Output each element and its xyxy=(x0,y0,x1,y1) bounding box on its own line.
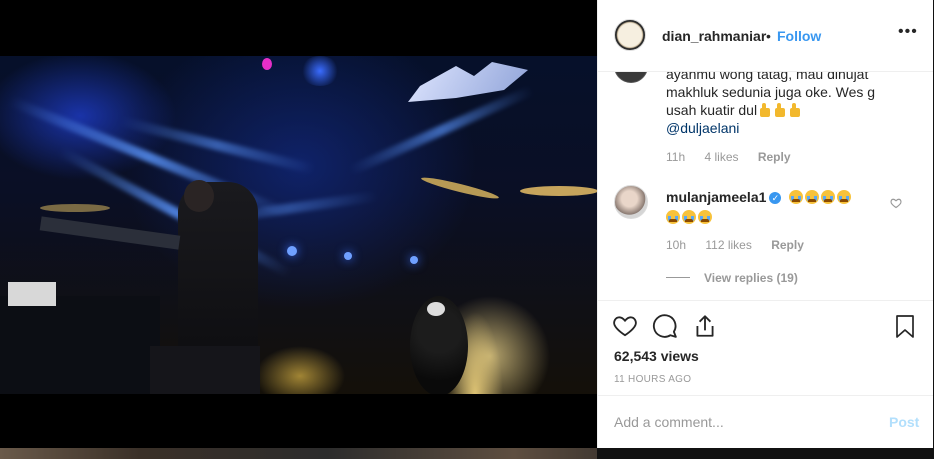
reply-button[interactable]: Reply xyxy=(771,238,804,252)
performer-head xyxy=(184,180,214,212)
post-username[interactable]: dian_rahmaniar xyxy=(662,28,766,44)
thumbs-up-emoji-icon xyxy=(787,103,801,117)
stage-light xyxy=(300,56,340,86)
crying-face-emoji-icon xyxy=(837,190,852,204)
comment-line: usah kuatir dul xyxy=(666,101,875,119)
separator-dot: • xyxy=(766,28,771,44)
crying-face-emoji-icon xyxy=(682,210,696,224)
comment-meta: 11h 4 likes Reply xyxy=(666,150,807,164)
drum-logo xyxy=(427,302,445,316)
thumbs-up-emoji-icon xyxy=(772,103,786,117)
comment-username[interactable]: mulanjameela1 xyxy=(666,189,766,205)
add-comment-bar: Post xyxy=(598,395,933,449)
background-feed-strip xyxy=(0,448,597,459)
like-comment-heart-icon[interactable] xyxy=(890,197,902,209)
post-timestamp[interactable]: 11 HOURS AGO xyxy=(614,374,691,385)
cymbal xyxy=(520,186,597,196)
comment-text: mulanjameela1 ✓ xyxy=(666,188,853,226)
comment-time[interactable]: 11h xyxy=(666,150,685,164)
crying-face-emoji-icon xyxy=(805,190,820,204)
thumbs-up-emoji-icon xyxy=(757,103,771,117)
post-actions: 62,543 views 11 HOURS AGO xyxy=(598,300,933,396)
cymbal xyxy=(40,204,110,212)
view-replies-button[interactable]: View replies (19) xyxy=(704,271,798,285)
verified-badge-icon: ✓ xyxy=(769,192,782,204)
avatar[interactable] xyxy=(614,71,648,83)
cymbal xyxy=(420,174,500,202)
comments-list[interactable]: ayahmu wong tatag, mau dihujat makhluk s… xyxy=(598,71,933,300)
follow-button[interactable]: Follow xyxy=(777,28,821,44)
monitor-speaker xyxy=(150,346,260,394)
spotlight xyxy=(287,246,297,256)
concert-video[interactable] xyxy=(0,56,597,394)
performer xyxy=(178,182,258,372)
post-media[interactable] xyxy=(0,0,597,459)
comment-likes[interactable]: 112 likes xyxy=(705,238,751,252)
replies-divider xyxy=(666,277,690,278)
crying-face-emoji-icon xyxy=(666,210,680,224)
avatar[interactable] xyxy=(614,185,648,219)
avatar[interactable] xyxy=(614,19,646,51)
share-icon[interactable] xyxy=(692,313,718,339)
comment-icon[interactable] xyxy=(652,313,678,339)
comment-time[interactable]: 10h xyxy=(666,238,686,252)
view-count[interactable]: 62,543 views xyxy=(614,348,699,364)
more-options-icon[interactable]: ••• xyxy=(898,23,918,41)
comment-line: ayahmu wong tatag, mau dihujat xyxy=(666,71,869,82)
comment-text: ayahmu wong tatag, mau dihujat makhluk s… xyxy=(666,71,875,137)
stage-box xyxy=(8,282,56,306)
comment-meta: 10h 112 likes Reply xyxy=(666,238,820,252)
spotlight xyxy=(410,256,418,264)
keyboard-stand xyxy=(39,216,181,250)
heart-icon[interactable] xyxy=(612,313,638,339)
spotlight xyxy=(344,252,352,260)
crying-face-emoji-icon xyxy=(698,210,712,224)
mention-link[interactable]: @duljaelani xyxy=(666,120,739,136)
crying-face-emoji-icon xyxy=(821,190,836,204)
stage-equipment xyxy=(0,296,160,394)
comment-line-text: usah kuatir dul xyxy=(666,102,758,118)
post-comment-button[interactable]: Post xyxy=(889,414,919,430)
post-details-panel: dian_rahmaniar • Follow ••• ayahmu wong … xyxy=(597,0,933,448)
crying-face-emoji-icon xyxy=(789,190,804,204)
comment-likes[interactable]: 4 likes xyxy=(704,150,738,164)
stage-light xyxy=(262,58,272,70)
comment-line: makhluk sedunia juga oke. Wes g xyxy=(666,84,876,100)
light-beam xyxy=(118,116,316,175)
comment-input[interactable] xyxy=(614,410,864,434)
bookmark-icon[interactable] xyxy=(893,313,917,339)
post-header: dian_rahmaniar • Follow ••• xyxy=(598,0,933,72)
reply-button[interactable]: Reply xyxy=(758,150,791,164)
